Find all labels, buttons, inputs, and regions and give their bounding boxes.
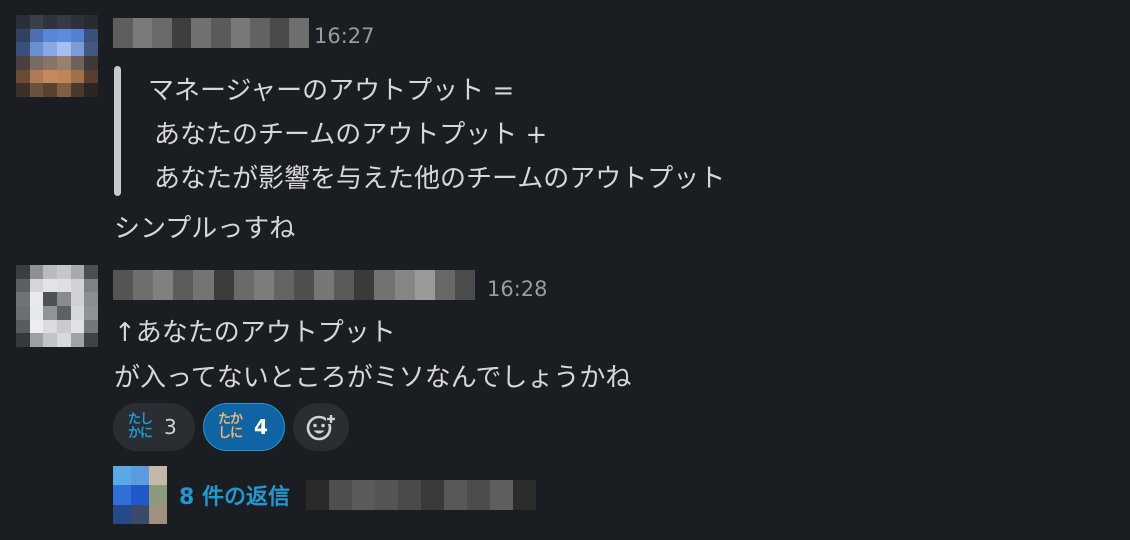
message-timestamp[interactable]: 16:28 (487, 277, 548, 301)
quote-line: あなたのチームのアウトプット + (154, 120, 548, 150)
quote-line: マネージャーのアウトプット = (148, 76, 515, 106)
thread-last-reply-blurred (305, 480, 536, 510)
emoji-text-line: たか (217, 412, 243, 427)
message-text: が入ってないところがミソなんでしょうかね (114, 363, 632, 393)
message: 16:28 ↑あなたのアウトプット が入ってないところがミソなんでしょうかね (0, 258, 1130, 408)
user-avatar[interactable] (16, 15, 98, 97)
sender-name-blurred[interactable] (113, 270, 475, 300)
reaction-count: 4 (254, 415, 268, 439)
thread-reply-count[interactable]: 8 件の返信 (179, 479, 290, 511)
thread-participant-avatars (113, 466, 167, 524)
message: 16:27 マネージャーのアウトプット = あなたのチームのアウトプット + あ… (0, 0, 1130, 250)
emoji-text-line: しに (217, 426, 243, 441)
message-text: ↑あなたのアウトプット (114, 318, 396, 348)
reaction-tashikani[interactable]: たし かに 3 (113, 403, 195, 451)
custom-emoji-icon: たし かに (124, 413, 156, 441)
add-emoji-icon (306, 414, 336, 441)
message-timestamp[interactable]: 16:27 (314, 24, 375, 48)
user-avatar[interactable] (16, 265, 98, 347)
sender-name-blurred[interactable] (113, 18, 309, 48)
blockquote-bar (114, 66, 121, 196)
emoji-text-line: たし (127, 412, 153, 427)
reaction-bar: たし かに 3 たか しに 4 (113, 403, 349, 451)
reaction-takashini[interactable]: たか しに 4 (203, 403, 285, 451)
custom-emoji-icon: たか しに (214, 413, 246, 441)
emoji-text-line: かに (127, 426, 153, 441)
message-text: シンプルっすね (114, 214, 296, 244)
thread-summary[interactable]: 8 件の返信 (113, 466, 536, 524)
add-reaction-button[interactable] (293, 403, 349, 451)
reaction-count: 3 (164, 415, 177, 439)
quote-line: あなたが影響を与えた他のチームのアウトプット (154, 164, 726, 194)
